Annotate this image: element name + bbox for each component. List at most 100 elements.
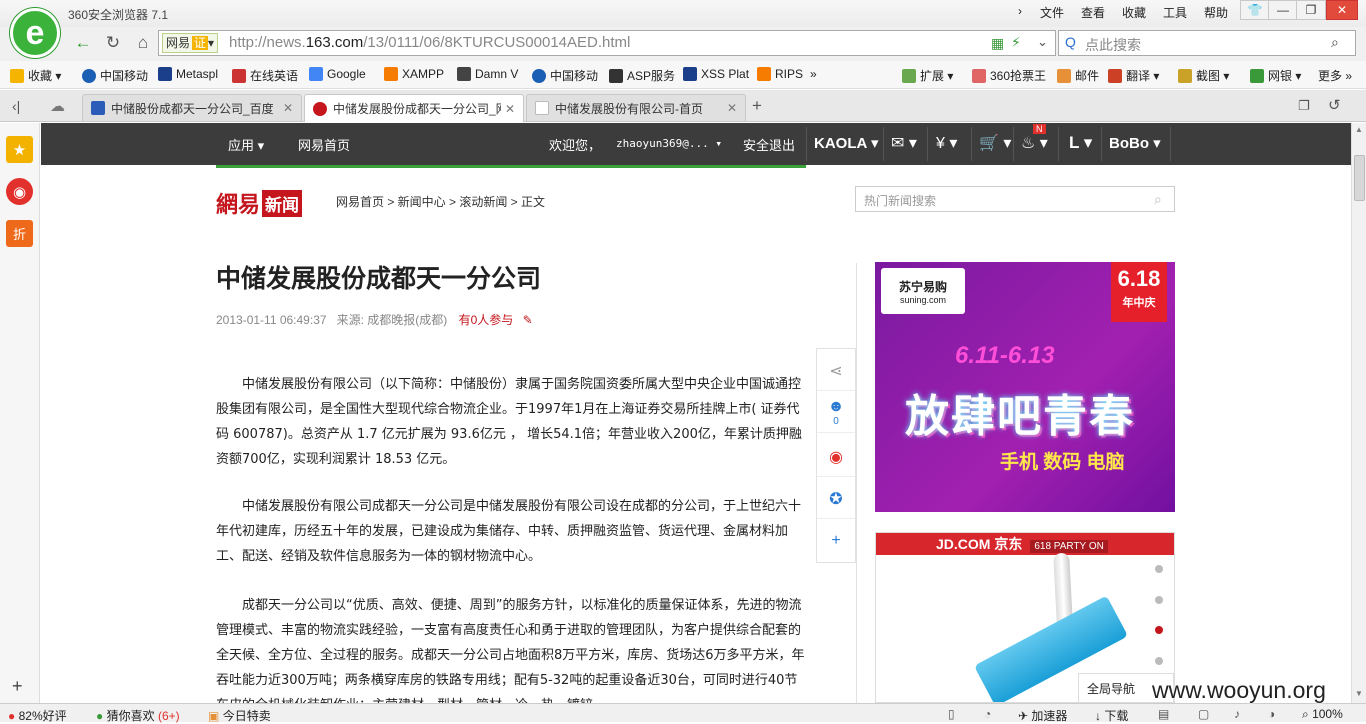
layout-icon[interactable]: ▤ bbox=[1158, 707, 1169, 721]
bookmark-item[interactable]: XAMPP bbox=[384, 67, 444, 81]
discount-icon[interactable]: 折 bbox=[6, 220, 33, 247]
bookmark-item[interactable]: ASP服务 bbox=[609, 67, 675, 84]
cloud-icon[interactable]: ☁ bbox=[50, 97, 65, 115]
zoom-level[interactable]: ⌕ 100% bbox=[1302, 707, 1343, 722]
netease-home-link[interactable]: 网易首页 bbox=[298, 135, 350, 154]
screenshot-button[interactable]: 截图 ▾ bbox=[1178, 67, 1229, 84]
suning-ad-banner[interactable]: 苏宁易购 suning.com 6.18 年中庆 6.11-6.13 放肆吧青春 手… bbox=[875, 262, 1175, 512]
sound-icon[interactable]: ♪ bbox=[1234, 707, 1240, 721]
scroll-up-icon[interactable]: ▲ bbox=[1355, 125, 1363, 134]
breadcrumb[interactable]: 网易首页 > 新闻中心 > 滚动新闻 > 正文 bbox=[336, 193, 545, 210]
carousel-dot-active[interactable] bbox=[1155, 626, 1163, 634]
news-search-input[interactable]: 热门新闻搜索 ⌕ bbox=[855, 186, 1175, 212]
weibo-share-icon[interactable]: ◉ bbox=[817, 437, 855, 477]
window-icon[interactable]: ▢ bbox=[1198, 707, 1209, 721]
menu-help[interactable]: 帮助 bbox=[1204, 4, 1228, 21]
maximize-button[interactable]: ❐ bbox=[1296, 0, 1326, 20]
bookmark-item[interactable]: 中国移动 bbox=[532, 67, 598, 84]
scrollbar-thumb[interactable] bbox=[1354, 155, 1365, 201]
url-text[interactable]: http://news.163.com/13/0111/06/8KTURCUS0… bbox=[229, 34, 630, 51]
username-menu[interactable]: zhaoyun369@... ▾ bbox=[616, 137, 722, 150]
skin-button[interactable]: 👕 bbox=[1240, 0, 1270, 20]
scroll-down-icon[interactable]: ▼ bbox=[1355, 689, 1363, 698]
bookmark-favorites[interactable]: 收藏 ▾ bbox=[10, 67, 61, 84]
url-bar[interactable]: 网易证 ▾ http://news.163.com/13/0111/06/8KTU… bbox=[158, 30, 1056, 56]
browser-logo-icon[interactable]: e bbox=[10, 8, 60, 58]
chevron-right-icon[interactable]: › bbox=[1018, 4, 1022, 18]
bobo-menu[interactable]: BoBo ▾ bbox=[1109, 134, 1161, 152]
menu-file[interactable]: 文件 bbox=[1040, 4, 1064, 21]
search-icon[interactable]: ⌕ bbox=[1154, 191, 1162, 208]
site-identity-badge[interactable]: 网易证 ▾ bbox=[162, 33, 219, 53]
menu-tools[interactable]: 工具 bbox=[1163, 4, 1187, 21]
accelerator-button[interactable]: ✈ 加速器 bbox=[1018, 707, 1067, 724]
bookmark-item[interactable]: 中国移动 bbox=[82, 67, 148, 84]
ticket-button[interactable]: 360抢票王 bbox=[972, 67, 1046, 84]
menu-view[interactable]: 查看 bbox=[1081, 4, 1105, 21]
speed-gauge-icon[interactable]: ◔ bbox=[984, 707, 991, 721]
lofter-menu[interactable]: L ▾ bbox=[1069, 133, 1092, 153]
search-input[interactable]: Q 点此搜索 ⌕ bbox=[1058, 30, 1356, 56]
netease-news-logo[interactable]: 網易 新闻 bbox=[216, 187, 303, 219]
daily-deals[interactable]: ▣ 今日特卖 bbox=[208, 707, 271, 724]
extensions-button[interactable]: 扩展 ▾ bbox=[902, 67, 953, 84]
qq-share-button[interactable]: ☻ 0 bbox=[817, 393, 855, 433]
undo-close-icon[interactable]: ↺ bbox=[1328, 96, 1341, 114]
mail-menu[interactable]: ✉ ▾ bbox=[891, 133, 917, 153]
kaola-menu[interactable]: KAOLA ▾ bbox=[814, 134, 878, 152]
edit-comment-icon[interactable]: ✎ bbox=[523, 313, 533, 327]
close-tab-icon[interactable]: ✕ bbox=[283, 101, 293, 115]
game-menu[interactable]: ♨ ▾ bbox=[1021, 133, 1048, 153]
mail-button[interactable]: 邮件 bbox=[1057, 67, 1099, 84]
bookmark-item[interactable]: RIPS bbox=[757, 67, 803, 81]
search-engine-icon[interactable]: Q bbox=[1065, 34, 1076, 50]
more-bookmarks-icon[interactable]: » bbox=[810, 67, 817, 81]
bookmark-item[interactable]: 在线英语 bbox=[232, 67, 298, 84]
menu-favorites[interactable]: 收藏 bbox=[1122, 4, 1146, 21]
tab-netease[interactable]: 中储发展股份成都天一分公司_网 ✕ bbox=[304, 94, 524, 122]
logout-link[interactable]: 安全退出 bbox=[743, 135, 795, 154]
tab-overview-icon[interactable]: ❐ bbox=[1298, 98, 1310, 114]
shopping-cart-menu[interactable]: 🛒 ▾ bbox=[979, 133, 1011, 153]
vertical-scrollbar[interactable]: ▲ ▼ bbox=[1351, 123, 1366, 703]
refresh-icon[interactable]: ↻ bbox=[100, 30, 126, 56]
share-icon[interactable]: ⋖ bbox=[817, 351, 855, 391]
add-sidebar-icon[interactable]: + bbox=[12, 676, 23, 697]
weibo-icon[interactable]: ◉ bbox=[6, 178, 33, 205]
finance-menu[interactable]: ¥ ▾ bbox=[936, 133, 957, 153]
carousel-dot[interactable] bbox=[1155, 565, 1163, 573]
guess-you-like[interactable]: ● 猜你喜欢 (6+) bbox=[96, 707, 180, 724]
download-button[interactable]: ↓ 下载 bbox=[1095, 707, 1128, 724]
bookmark-item[interactable]: XSS Plat bbox=[683, 67, 749, 81]
night-mode-icon[interactable]: ◑ bbox=[1268, 707, 1275, 721]
more-button[interactable]: 更多 » bbox=[1318, 67, 1352, 84]
new-tab-icon[interactable]: + bbox=[752, 96, 762, 116]
carousel-dot[interactable] bbox=[1155, 657, 1163, 665]
qr-code-icon[interactable]: ▦ bbox=[991, 35, 1004, 52]
translate-button[interactable]: 翻译 ▾ bbox=[1108, 67, 1159, 84]
close-tab-icon[interactable]: ✕ bbox=[727, 101, 737, 115]
bank-button[interactable]: 网银 ▾ bbox=[1250, 67, 1301, 84]
back-icon[interactable]: ← bbox=[70, 30, 96, 56]
carousel-dot[interactable] bbox=[1155, 596, 1163, 604]
tab-list-icon[interactable]: ‹| bbox=[12, 98, 20, 114]
favorites-star-icon[interactable]: ★ bbox=[6, 136, 33, 163]
comments-link[interactable]: 有0人参与 bbox=[459, 313, 514, 327]
speed-mode-icon[interactable]: ⚡ bbox=[1011, 34, 1021, 51]
more-share-icon[interactable]: + bbox=[817, 521, 855, 561]
close-tab-icon[interactable]: ✕ bbox=[505, 102, 515, 116]
tab-baidu[interactable]: 中储股份成都天一分公司_百度 ✕ bbox=[82, 94, 302, 121]
rating-item[interactable]: ● 82%好评 bbox=[8, 707, 67, 724]
minimize-button[interactable]: — bbox=[1268, 0, 1298, 20]
bookmark-item[interactable]: Google bbox=[309, 67, 366, 81]
bookmark-item[interactable]: Metaspl bbox=[158, 67, 218, 81]
apps-menu[interactable]: 应用 ▾ bbox=[228, 135, 264, 154]
favorite-share-icon[interactable]: ✪ bbox=[817, 479, 855, 519]
bookmark-item[interactable]: Damn V bbox=[457, 67, 518, 81]
url-dropdown-icon[interactable]: ⌄ bbox=[1037, 34, 1048, 50]
phone-icon[interactable]: ▯ bbox=[948, 707, 955, 721]
close-button[interactable]: ✕ bbox=[1326, 0, 1358, 20]
tab-company-home[interactable]: 中储发展股份有限公司-首页 ✕ bbox=[526, 94, 746, 121]
home-icon[interactable]: ⌂ bbox=[130, 30, 156, 56]
search-icon[interactable]: ⌕ bbox=[1331, 34, 1339, 51]
